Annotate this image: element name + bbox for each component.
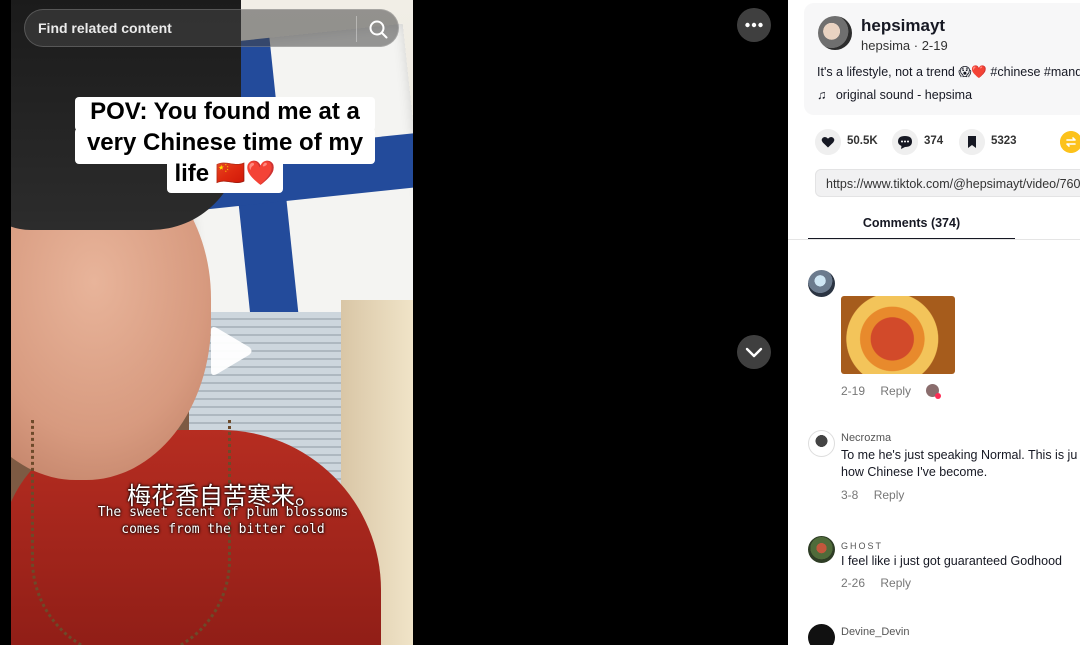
comment-date: 3-8 bbox=[841, 488, 859, 502]
video-caption-line: life 🇨🇳❤️ bbox=[167, 159, 283, 193]
comment-username[interactable]: Necrozma bbox=[841, 432, 891, 444]
search-bar[interactable]: Find related content bbox=[24, 9, 399, 47]
creator-liked-avatar bbox=[926, 384, 942, 399]
reply-button[interactable]: Reply bbox=[880, 576, 911, 590]
search-input[interactable]: Find related content bbox=[38, 20, 172, 36]
avatar[interactable] bbox=[808, 430, 835, 457]
comment-username[interactable]: GHOST bbox=[841, 541, 883, 551]
search-divider bbox=[356, 16, 357, 42]
comment-item: GHOST I feel like i just got guaranteed … bbox=[808, 536, 1080, 596]
play-icon[interactable] bbox=[201, 323, 257, 379]
comment-date: 2-19 bbox=[841, 384, 866, 398]
author-handle[interactable]: hepsimayt bbox=[861, 16, 945, 36]
music-title[interactable]: original sound - hepsima bbox=[836, 88, 972, 102]
comment-sticker-image[interactable] bbox=[841, 296, 955, 374]
author-meta: hepsima · 2-19 bbox=[861, 38, 948, 53]
save-count: 5323 bbox=[991, 135, 1017, 147]
video-caption-line: POV: You found me at a bbox=[75, 97, 375, 131]
heart-icon[interactable] bbox=[815, 129, 841, 155]
tab-comments[interactable]: Comments (374) bbox=[808, 208, 1015, 240]
comment-meta: 2-26 Reply bbox=[841, 576, 911, 590]
comment-meta: 2-19 Reply bbox=[841, 384, 942, 399]
comment-count: 374 bbox=[924, 135, 944, 147]
more-icon[interactable] bbox=[737, 8, 771, 42]
comment-username[interactable]: Devine_Devin bbox=[841, 626, 909, 638]
reply-button[interactable]: Reply bbox=[880, 384, 911, 398]
video-info-card: hepsimayt hepsima · 2-19 It's a lifestyl… bbox=[804, 3, 1080, 115]
avatar[interactable] bbox=[818, 16, 852, 50]
share-icon[interactable] bbox=[1060, 131, 1080, 153]
chevron-down-icon[interactable] bbox=[737, 335, 771, 369]
video-player[interactable]: POV: You found me at a very Chinese time… bbox=[11, 0, 413, 645]
tabs-divider bbox=[788, 239, 1080, 240]
avatar[interactable] bbox=[808, 536, 835, 563]
like-count: 50.5K bbox=[847, 135, 878, 147]
comment-text: I feel like i just got guaranteed Godhoo… bbox=[841, 554, 1062, 568]
avatar[interactable] bbox=[808, 624, 835, 645]
comment-date: 2-26 bbox=[841, 576, 866, 590]
video-link-text[interactable]: https://www.tiktok.com/@hepsimayt/video/… bbox=[826, 177, 1080, 191]
avatar[interactable] bbox=[808, 270, 835, 297]
comment-item: Devine_Devin bbox=[808, 624, 1080, 645]
comment-icon[interactable] bbox=[892, 129, 918, 155]
video-description: It's a lifestyle, not a trend 😱❤️ #chine… bbox=[817, 65, 1080, 79]
comment-text: To me he's just speaking Normal. This is… bbox=[841, 448, 1078, 479]
subtitle-english-line: The sweet scent of plum blossoms bbox=[97, 505, 349, 520]
bookmark-icon[interactable] bbox=[959, 129, 985, 155]
subtitle-english-line: comes from the bitter cold bbox=[121, 522, 325, 537]
music-note-icon: ♫ bbox=[817, 88, 827, 102]
music-row[interactable]: ♫ original sound - hepsima bbox=[817, 88, 972, 102]
search-icon[interactable] bbox=[363, 14, 393, 44]
video-pane: POV: You found me at a very Chinese time… bbox=[0, 0, 788, 645]
comment-item: 2-19 Reply bbox=[808, 270, 1080, 400]
video-link-field[interactable]: https://www.tiktok.com/@hepsimayt/video/… bbox=[815, 169, 1080, 197]
reply-button[interactable]: Reply bbox=[874, 488, 905, 502]
comment-meta: 3-8 Reply bbox=[841, 488, 904, 502]
comment-item: Necrozma To me he's just speaking Normal… bbox=[808, 430, 1080, 510]
side-panel: hepsimayt hepsima · 2-19 It's a lifestyl… bbox=[788, 0, 1080, 645]
